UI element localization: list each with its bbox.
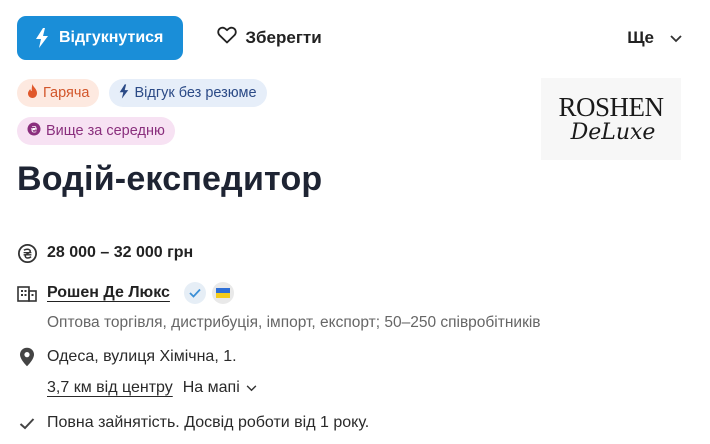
logo-wordmark: ROSHEN [558, 92, 664, 122]
hot-tag-label: Гаряча [43, 85, 90, 101]
hot-tag: Гаряча [17, 79, 100, 107]
distance-link[interactable]: 3,7 км від центру [47, 379, 173, 397]
fire-icon [27, 84, 38, 102]
verified-check-icon [183, 282, 206, 304]
lightning-icon [119, 83, 129, 103]
address-row: Одеса, вулиця Хімічна, 1. [17, 345, 677, 369]
action-bar: Відгукнутися Зберегти Ще [17, 15, 682, 60]
chevron-down-icon [670, 28, 682, 48]
company-description: Оптова торгівля, дистрибуція, імпорт, ек… [47, 314, 541, 331]
distance-row: 3,7 км від центру На мапі [47, 376, 677, 400]
employment-row: Повна зайнятість. Досвід роботи від 1 ро… [17, 411, 677, 435]
above-average-salary-tag: ₴ Вище за середню [17, 117, 175, 145]
more-dropdown[interactable]: Ще [627, 28, 682, 48]
hryvnia-icon [17, 243, 37, 263]
chevron-down-icon [246, 379, 257, 397]
no-resume-tag: Відгук без резюме [109, 79, 267, 107]
no-resume-tag-label: Відгук без резюме [134, 85, 257, 101]
employment-text: Повна зайнятість. Досвід роботи від 1 ро… [47, 414, 370, 431]
ukraine-flag-icon [211, 282, 234, 304]
vacancy-tags: Гаряча Відгук без резюме ₴ Вище за серед… [17, 79, 477, 155]
heart-icon [217, 26, 238, 49]
location-pin-icon [17, 347, 37, 367]
salary-value: 28 000 – 32 000 грн [47, 244, 194, 261]
address-text: Одеса, вулиця Хімічна, 1. [47, 348, 237, 365]
building-icon [17, 284, 37, 302]
company-row: Рошен Де Люкс [17, 280, 677, 306]
logo-subtitle: DeLuxe [570, 120, 656, 145]
hryvnia-coin-icon: ₴ [27, 122, 41, 140]
checkmark-icon [17, 417, 37, 430]
map-label: На мапі [182, 379, 240, 396]
more-label: Ще [627, 27, 654, 47]
map-toggle[interactable]: На мапі [183, 379, 257, 397]
company-logo[interactable]: ROSHEN DeLuxe [541, 78, 681, 160]
salary-row: 28 000 – 32 000 грн [17, 240, 677, 266]
svg-text:₴: ₴ [31, 126, 38, 136]
apply-button-label: Відгукнутися [59, 28, 164, 46]
job-title: Водій-експедитор [17, 160, 323, 198]
company-link[interactable]: Рошен Де Люкс [47, 284, 170, 302]
vacancy-info: 28 000 – 32 000 грн Рошен Де Люкс Оптова… [17, 240, 677, 435]
save-button[interactable]: Зберегти [217, 26, 322, 49]
lightning-icon [35, 27, 49, 48]
save-button-label: Зберегти [245, 27, 322, 47]
above-average-tag-label: Вище за середню [46, 123, 165, 139]
apply-button[interactable]: Відгукнутися [17, 15, 184, 60]
